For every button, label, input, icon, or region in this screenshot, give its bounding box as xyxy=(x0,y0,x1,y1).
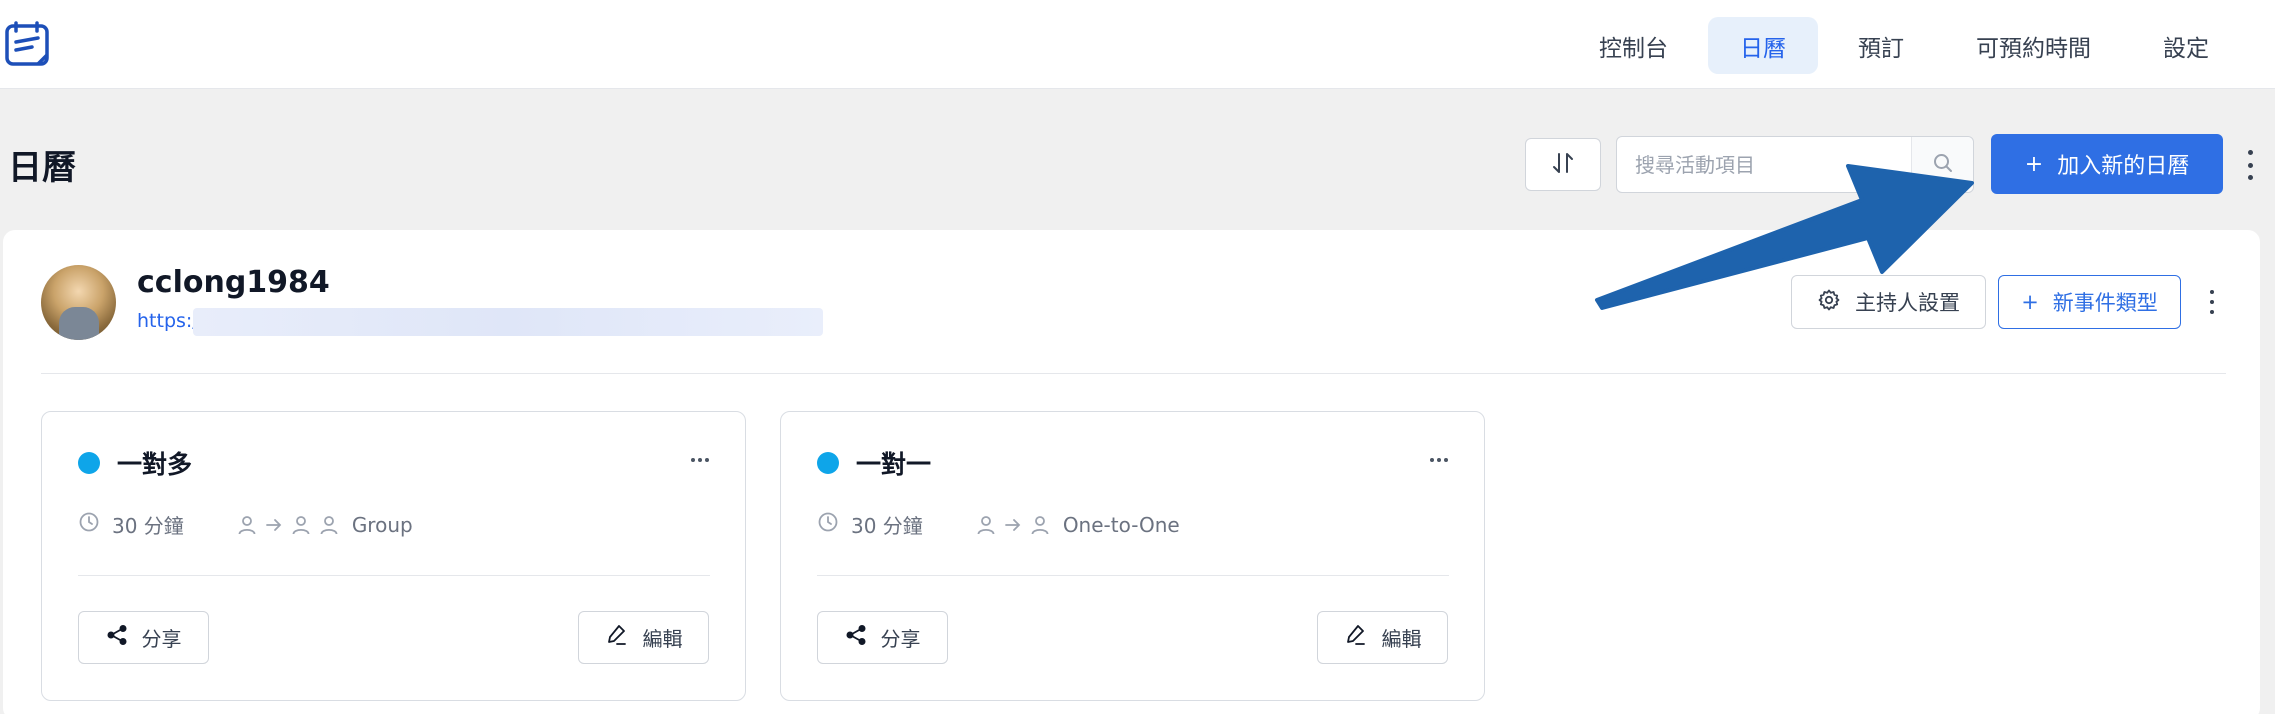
share-icon xyxy=(106,624,128,651)
search-input[interactable] xyxy=(1617,137,1911,192)
share-button[interactable]: 分享 xyxy=(817,611,948,664)
calendar-url-link[interactable]: https:/ xyxy=(137,310,199,332)
event-title: 一對多 xyxy=(117,450,193,479)
event-title: 一對一 xyxy=(856,450,932,479)
calendar-owner-name: cclong1984 xyxy=(137,265,330,300)
event-color-dot xyxy=(817,452,839,474)
calendar-card: cclong1984 https:/ 主持人設置 + 新事件類型 一對多 30 … xyxy=(3,230,2260,714)
search-box xyxy=(1616,136,1974,193)
nav-item-calendar[interactable]: 日曆 xyxy=(1708,17,1818,74)
calendar-more-options-icon[interactable] xyxy=(2207,290,2217,314)
event-meta: 30 分鐘 One-to-One xyxy=(817,510,1180,539)
sort-button[interactable] xyxy=(1525,138,1601,191)
new-event-type-label: 新事件類型 xyxy=(2052,291,2158,315)
one-to-one-participants-icon xyxy=(975,514,1051,536)
event-meta: 30 分鐘 Group xyxy=(78,510,413,539)
plus-icon: + xyxy=(2024,151,2044,177)
search-icon xyxy=(1932,152,1954,178)
avatar xyxy=(41,265,116,340)
page-more-options-icon[interactable] xyxy=(2244,150,2256,180)
pencil-icon xyxy=(605,623,629,652)
edit-label: 編輯 xyxy=(1381,627,1422,651)
share-button[interactable]: 分享 xyxy=(78,611,209,664)
nav-item-dashboard[interactable]: 控制台 xyxy=(1567,17,1700,74)
edit-label: 編輯 xyxy=(642,627,683,651)
event-more-options-icon[interactable] xyxy=(691,458,709,462)
event-color-dot xyxy=(78,452,100,474)
event-duration: 30 分鐘 xyxy=(851,514,923,538)
host-settings-label: 主持人設置 xyxy=(1855,291,1960,315)
search-button[interactable] xyxy=(1911,137,1973,192)
add-calendar-button[interactable]: + 加入新的日曆 xyxy=(1991,134,2223,194)
gear-icon xyxy=(1817,288,1841,317)
app-logo-icon[interactable] xyxy=(4,20,52,68)
add-calendar-label: 加入新的日曆 xyxy=(2057,154,2190,179)
host-settings-button[interactable]: 主持人設置 xyxy=(1791,275,1986,329)
plus-icon: + xyxy=(2021,290,2039,314)
event-card: 一對多 30 分鐘 Group 分享 編輯 xyxy=(41,411,746,701)
nav-item-availability[interactable]: 可預約時間 xyxy=(1944,17,2123,74)
clock-icon xyxy=(78,511,100,538)
divider xyxy=(817,575,1449,576)
event-card: 一對一 30 分鐘 One-to-One 分享 編輯 xyxy=(780,411,1485,701)
share-icon xyxy=(845,624,867,651)
divider xyxy=(41,373,2226,374)
main-nav: 控制台 日曆 預訂 可預約時間 設定 xyxy=(1567,17,2241,74)
event-type: One-to-One xyxy=(1062,512,1180,537)
divider xyxy=(78,575,710,576)
share-label: 分享 xyxy=(141,627,182,651)
edit-button[interactable]: 編輯 xyxy=(578,611,709,664)
clock-icon xyxy=(817,511,839,538)
share-label: 分享 xyxy=(880,627,921,651)
nav-item-bookings[interactable]: 預訂 xyxy=(1826,17,1936,74)
group-participants-icon xyxy=(236,514,340,536)
event-type: Group xyxy=(351,512,413,537)
new-event-type-button[interactable]: + 新事件類型 xyxy=(1998,275,2181,329)
page-title: 日曆 xyxy=(8,148,76,188)
edit-button[interactable]: 編輯 xyxy=(1317,611,1448,664)
nav-item-settings[interactable]: 設定 xyxy=(2131,17,2241,74)
event-duration: 30 分鐘 xyxy=(112,514,184,538)
sort-icon xyxy=(1550,150,1576,180)
redacted-url xyxy=(193,308,823,336)
pencil-icon xyxy=(1344,623,1368,652)
top-navbar: 控制台 日曆 預訂 可預約時間 設定 xyxy=(0,0,2275,89)
event-more-options-icon[interactable] xyxy=(1430,458,1448,462)
